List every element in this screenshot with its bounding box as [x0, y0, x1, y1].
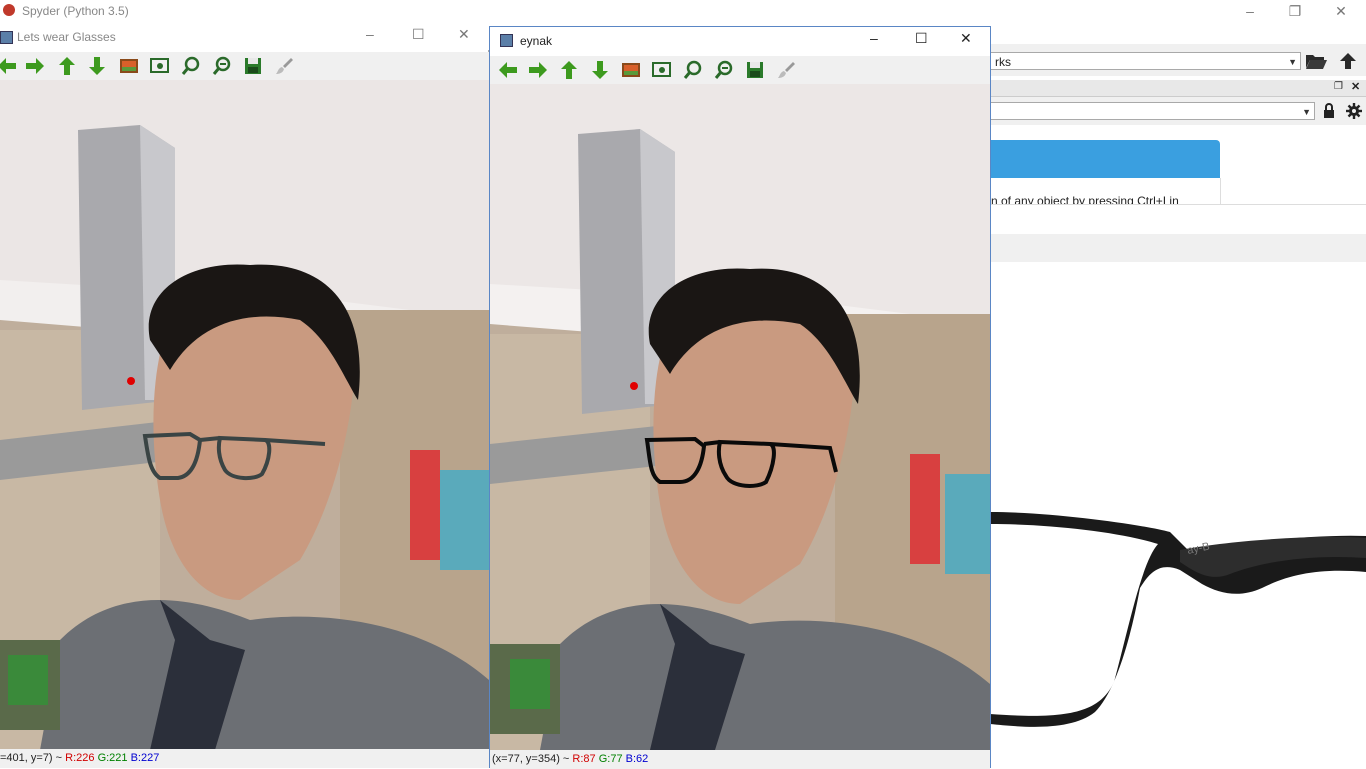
- forward-arrow-icon[interactable]: [527, 60, 549, 80]
- status-g: G:77: [598, 753, 623, 765]
- zoom-in-icon[interactable]: [682, 60, 704, 80]
- spyder-titlebar: Spyder (Python 3.5) – ❐ ✕: [0, 0, 1366, 22]
- status-coords: =401, y=7) ~: [0, 752, 66, 764]
- image-icon[interactable]: [620, 60, 642, 80]
- cv-toolbar: [0, 52, 489, 80]
- close-pane-icon[interactable]: ✕: [1351, 80, 1360, 93]
- back-arrow-icon[interactable]: [0, 56, 18, 76]
- save-icon[interactable]: [744, 60, 766, 80]
- down-arrow-icon[interactable]: [86, 56, 108, 76]
- spyder-logo-icon: [3, 4, 15, 16]
- window-app-icon: [0, 31, 13, 44]
- undock-icon[interactable]: ❐: [1334, 81, 1343, 92]
- status-bar: (x=77, y=354) ~ R:87 G:77 B:62: [490, 750, 990, 769]
- status-b: B:62: [625, 753, 649, 765]
- close-button[interactable]: ✕: [458, 26, 470, 43]
- up-arrow-icon[interactable]: [558, 60, 580, 80]
- pane-tabs-strip: [990, 204, 1366, 235]
- brush-icon[interactable]: [775, 60, 797, 80]
- minimize-button[interactable]: –: [870, 30, 878, 46]
- spyder-restore-button[interactable]: ❐: [1272, 0, 1318, 22]
- help-content: n of any object by pressing Ctrl+I in: [990, 126, 1366, 208]
- spyder-window-title: Spyder (Python 3.5): [22, 4, 129, 18]
- help-message-box: n of any object by pressing Ctrl+I in: [991, 178, 1221, 208]
- spyder-close-button[interactable]: ✕: [1318, 0, 1364, 22]
- brush-icon[interactable]: [273, 56, 295, 76]
- maximize-button[interactable]: ☐: [412, 26, 425, 43]
- folder-open-icon[interactable]: [1304, 52, 1328, 70]
- image-icon[interactable]: [118, 56, 140, 76]
- status-r: R:226: [65, 752, 95, 764]
- window-titlebar: eynak – ☐ ✕: [490, 27, 990, 53]
- photo-view[interactable]: [490, 84, 990, 750]
- status-b: B:227: [130, 752, 160, 764]
- minimize-button[interactable]: –: [366, 26, 374, 42]
- spyder-minimize-button[interactable]: –: [1227, 0, 1273, 22]
- status-bar: =401, y=7) ~ R:226 G:221 B:227: [0, 749, 489, 768]
- zoom-in-icon[interactable]: [180, 56, 202, 76]
- help-banner: [991, 140, 1220, 178]
- chevron-down-icon: ▼: [1288, 57, 1297, 67]
- chevron-down-icon: ▼: [1302, 107, 1311, 117]
- window-app-icon: [500, 34, 513, 47]
- zoom-out-icon[interactable]: [713, 60, 735, 80]
- maximize-button[interactable]: ☐: [915, 30, 928, 47]
- back-arrow-icon[interactable]: [497, 60, 519, 80]
- working-directory-combo[interactable]: rks ▼: [990, 52, 1301, 70]
- window-lets-wear-glasses: Lets wear Glasses – ☐ ✕ =401, y=7) ~ R:2…: [0, 24, 489, 768]
- status-g: G:221: [97, 752, 128, 764]
- down-arrow-icon[interactable]: [589, 60, 611, 80]
- working-directory-value: rks: [995, 55, 1011, 69]
- help-object-combo[interactable]: ▼: [990, 102, 1315, 120]
- gear-icon[interactable]: [1346, 103, 1362, 119]
- status-r: R:87: [572, 753, 596, 765]
- save-icon[interactable]: [242, 56, 264, 76]
- forward-arrow-icon[interactable]: [24, 56, 46, 76]
- zoom-out-icon[interactable]: [211, 56, 233, 76]
- help-pane-header: ❐ ✕: [990, 80, 1366, 97]
- window-title: Lets wear Glasses: [17, 30, 116, 44]
- zoom-window-icon[interactable]: [149, 56, 171, 76]
- window-title: eynak: [520, 34, 553, 48]
- lock-icon[interactable]: [1322, 103, 1336, 119]
- cv-toolbar: [490, 56, 990, 84]
- close-button[interactable]: ✕: [960, 30, 972, 47]
- status-coords: (x=77, y=354) ~: [492, 753, 573, 765]
- zoom-window-icon[interactable]: [651, 60, 673, 80]
- pane-toolbar-2: [990, 234, 1366, 262]
- window-titlebar: Lets wear Glasses – ☐ ✕: [0, 24, 489, 50]
- up-dir-icon[interactable]: [1338, 52, 1358, 70]
- up-arrow-icon[interactable]: [56, 56, 78, 76]
- photo-view[interactable]: [0, 80, 489, 750]
- glasses-image: ay-B: [990, 262, 1366, 768]
- window-eynak: eynak – ☐ ✕ (x=77, y=354) ~ R:87 G:77 B:…: [489, 26, 991, 769]
